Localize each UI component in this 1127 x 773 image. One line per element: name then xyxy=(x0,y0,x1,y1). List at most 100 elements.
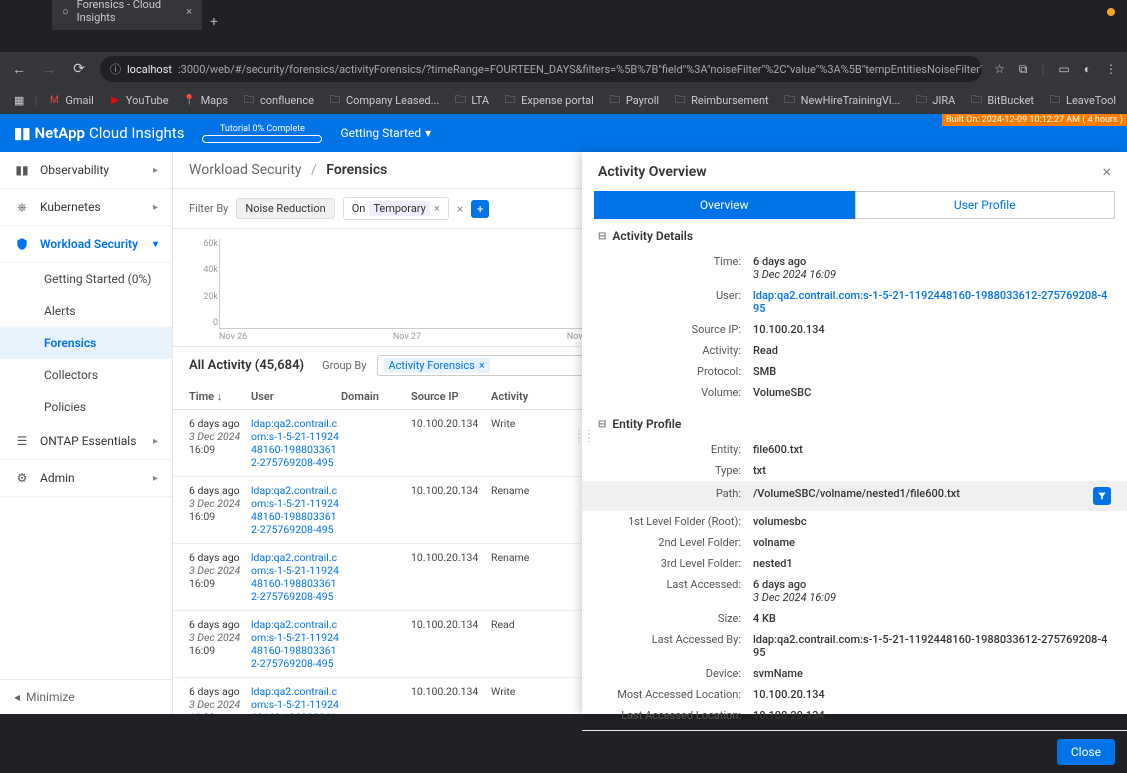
activity-cell: Rename xyxy=(491,484,551,536)
domain-cell xyxy=(341,618,411,670)
close-icon[interactable]: × xyxy=(1102,162,1111,181)
close-icon[interactable]: × xyxy=(186,5,192,18)
breadcrumb-parent[interactable]: Workload Security xyxy=(189,162,302,178)
user-link[interactable]: ldap:qa2.contrail.com:s-1-5-21-119244816… xyxy=(251,484,341,536)
col-activity[interactable]: Activity xyxy=(491,390,551,403)
sidebar-sub-collectors[interactable]: Collectors xyxy=(0,359,172,391)
menu-icon[interactable]: ⋮ xyxy=(1105,62,1117,76)
getting-started-menu[interactable]: Getting Started ▾ xyxy=(340,126,431,140)
close-icon[interactable]: × xyxy=(479,359,485,372)
activity-cell: Read xyxy=(491,618,551,670)
detail-label: Most Accessed Location: xyxy=(598,688,753,701)
overlay-title: Activity Overview xyxy=(598,164,707,180)
section-title[interactable]: Entity Profile xyxy=(598,417,1111,431)
sidebar-item-observability[interactable]: ▮▮ Observability ▸ xyxy=(0,152,172,189)
detail-row: Time:6 days ago3 Dec 2024 16:09 xyxy=(598,251,1111,285)
extensions-icon[interactable]: ⧉ xyxy=(1019,62,1028,77)
sidebar-item-label: Kubernetes xyxy=(40,200,101,214)
bookmark-company-leased[interactable]: Company Leased... xyxy=(324,91,443,109)
detail-row: Last Accessed Location:10.100.20.134 xyxy=(598,705,1111,726)
tutorial-progress[interactable]: Tutorial 0% Complete xyxy=(202,124,322,143)
bookmark-expense[interactable]: Expense portal xyxy=(499,91,598,109)
bookmark-lta[interactable]: LTA xyxy=(449,91,493,109)
add-filter-button[interactable]: + xyxy=(471,200,489,218)
star-icon[interactable]: ☆ xyxy=(994,62,1005,76)
apps-icon[interactable]: ▦ xyxy=(10,92,28,109)
detail-label: Type: xyxy=(598,464,753,477)
bookmark-payroll[interactable]: Payroll xyxy=(604,91,663,109)
bookmark-youtube[interactable]: ▶YouTube xyxy=(104,91,173,109)
sidebar-sub-forensics[interactable]: Forensics xyxy=(0,327,172,359)
user-link[interactable]: ldap:qa2.contrail.com:s-1-5-21-119244816… xyxy=(251,685,341,714)
tab-user-profile[interactable]: User Profile xyxy=(855,191,1116,219)
filter-noise-reduction[interactable]: Noise Reduction xyxy=(236,198,334,219)
bookmark-newhire[interactable]: NewHireTrainingVi... xyxy=(779,91,905,109)
col-source-ip[interactable]: Source IP xyxy=(411,390,491,403)
detail-label: Last Accessed: xyxy=(598,578,753,591)
bookmark-maps[interactable]: 📍Maps xyxy=(179,91,232,109)
browser-chrome: ○ Forensics - Cloud Insights × + xyxy=(0,0,1127,52)
window-minimize-dot[interactable] xyxy=(1107,8,1115,16)
bookmark-jira[interactable]: JIRA xyxy=(910,91,959,109)
chevron-right-icon: ▸ xyxy=(153,202,158,213)
tab-overview[interactable]: Overview xyxy=(594,191,855,219)
close-icon[interactable]: × xyxy=(434,202,440,215)
chevron-left-icon: ◂ xyxy=(14,690,20,704)
logo[interactable]: ▮▮ NetApp Cloud Insights xyxy=(14,124,184,142)
bookmark-leave[interactable]: LeaveTool xyxy=(1044,91,1120,109)
filter-icon[interactable] xyxy=(1093,487,1111,505)
reload-button[interactable]: ⟳ xyxy=(70,61,88,77)
detail-value: volumesbc xyxy=(753,515,1111,528)
user-link[interactable]: ldap:qa2.contrail.com:s-1-5-21-119244816… xyxy=(251,551,341,603)
site-info-icon[interactable]: ⓘ xyxy=(110,61,121,77)
detail-value: 10.100.20.134 xyxy=(753,688,1111,701)
sidebar-item-ontap[interactable]: ☰ ONTAP Essentials ▸ xyxy=(0,423,172,460)
detail-label: Time: xyxy=(598,255,753,268)
breadcrumb-current: Forensics xyxy=(326,162,387,178)
detail-row: Entity:file600.txt xyxy=(598,439,1111,460)
time-cell: 6 days ago3 Dec 202416:09 xyxy=(189,551,251,603)
sidebar-item-admin[interactable]: ⚙ Admin ▸ xyxy=(0,460,172,497)
sidebar-item-security[interactable]: Workload Security ▾ xyxy=(0,226,172,263)
new-tab-button[interactable]: + xyxy=(202,14,226,30)
sidebar-item-kubernetes[interactable]: ⎈ Kubernetes ▸ xyxy=(0,189,172,226)
detail-label: Last Accessed Location: xyxy=(598,709,753,722)
back-button[interactable]: ← xyxy=(10,61,28,78)
browser-tab[interactable]: ○ Forensics - Cloud Insights × xyxy=(52,0,202,30)
bookmark-bitbucket[interactable]: BitBucket xyxy=(965,91,1038,109)
user-link[interactable]: ldap:qa2.contrail.com:s-1-5-21-119244816… xyxy=(251,417,341,469)
bookmark-reimbursement[interactable]: Reimbursement xyxy=(669,91,773,109)
brand-icon: ▮▮ xyxy=(14,124,31,142)
filter-on-temporary[interactable]: On Temporary × xyxy=(343,197,449,220)
section-title[interactable]: Activity Details xyxy=(598,229,1111,243)
clear-filter-icon[interactable]: × xyxy=(457,202,463,216)
bookmark-confluence[interactable]: confluence xyxy=(238,91,318,109)
sidebar-sub-getting-started[interactable]: Getting Started (0%) xyxy=(0,263,172,295)
time-cell: 6 days ago3 Dec 202416:09 xyxy=(189,484,251,536)
col-domain[interactable]: Domain xyxy=(341,390,411,403)
forward-button[interactable]: → xyxy=(40,61,58,78)
recorder-icon[interactable]: ▭ xyxy=(1058,62,1069,76)
detail-label: Entity: xyxy=(598,443,753,456)
filter-by-label: Filter By xyxy=(189,202,228,215)
ip-cell: 10.100.20.134 xyxy=(411,417,491,469)
col-time[interactable]: Time ↓ xyxy=(189,390,251,403)
time-cell: 6 days ago3 Dec 202416:09 xyxy=(189,618,251,670)
detail-row: User:ldap:qa2.contrail.com:s-1-5-21-1192… xyxy=(598,285,1111,319)
detail-label: 1st Level Folder (Root): xyxy=(598,515,753,528)
sidebar-sub-policies[interactable]: Policies xyxy=(0,391,172,423)
detail-value: nested1 xyxy=(753,557,1111,570)
col-user[interactable]: User xyxy=(251,390,341,403)
url-input[interactable]: ⓘ localhost:3000/web/#/security/forensic… xyxy=(100,56,982,82)
detail-value[interactable]: ldap:qa2.contrail.com:s-1-5-21-119244816… xyxy=(753,289,1111,315)
detail-label: Size: xyxy=(598,612,753,625)
detail-label: Protocol: xyxy=(598,365,753,378)
sidebar-minimize[interactable]: ◂ Minimize xyxy=(0,679,172,714)
detail-value: SMB xyxy=(753,365,1111,378)
profile-icon[interactable]: ◐ xyxy=(1084,62,1091,76)
user-link[interactable]: ldap:qa2.contrail.com:s-1-5-21-119244816… xyxy=(251,618,341,670)
close-button[interactable]: Close xyxy=(1057,739,1115,765)
drag-handle-icon[interactable]: ⋮⋮⋮⋮ xyxy=(574,433,594,441)
sidebar-sub-alerts[interactable]: Alerts xyxy=(0,295,172,327)
bookmark-gmail[interactable]: MGmail xyxy=(43,91,97,109)
